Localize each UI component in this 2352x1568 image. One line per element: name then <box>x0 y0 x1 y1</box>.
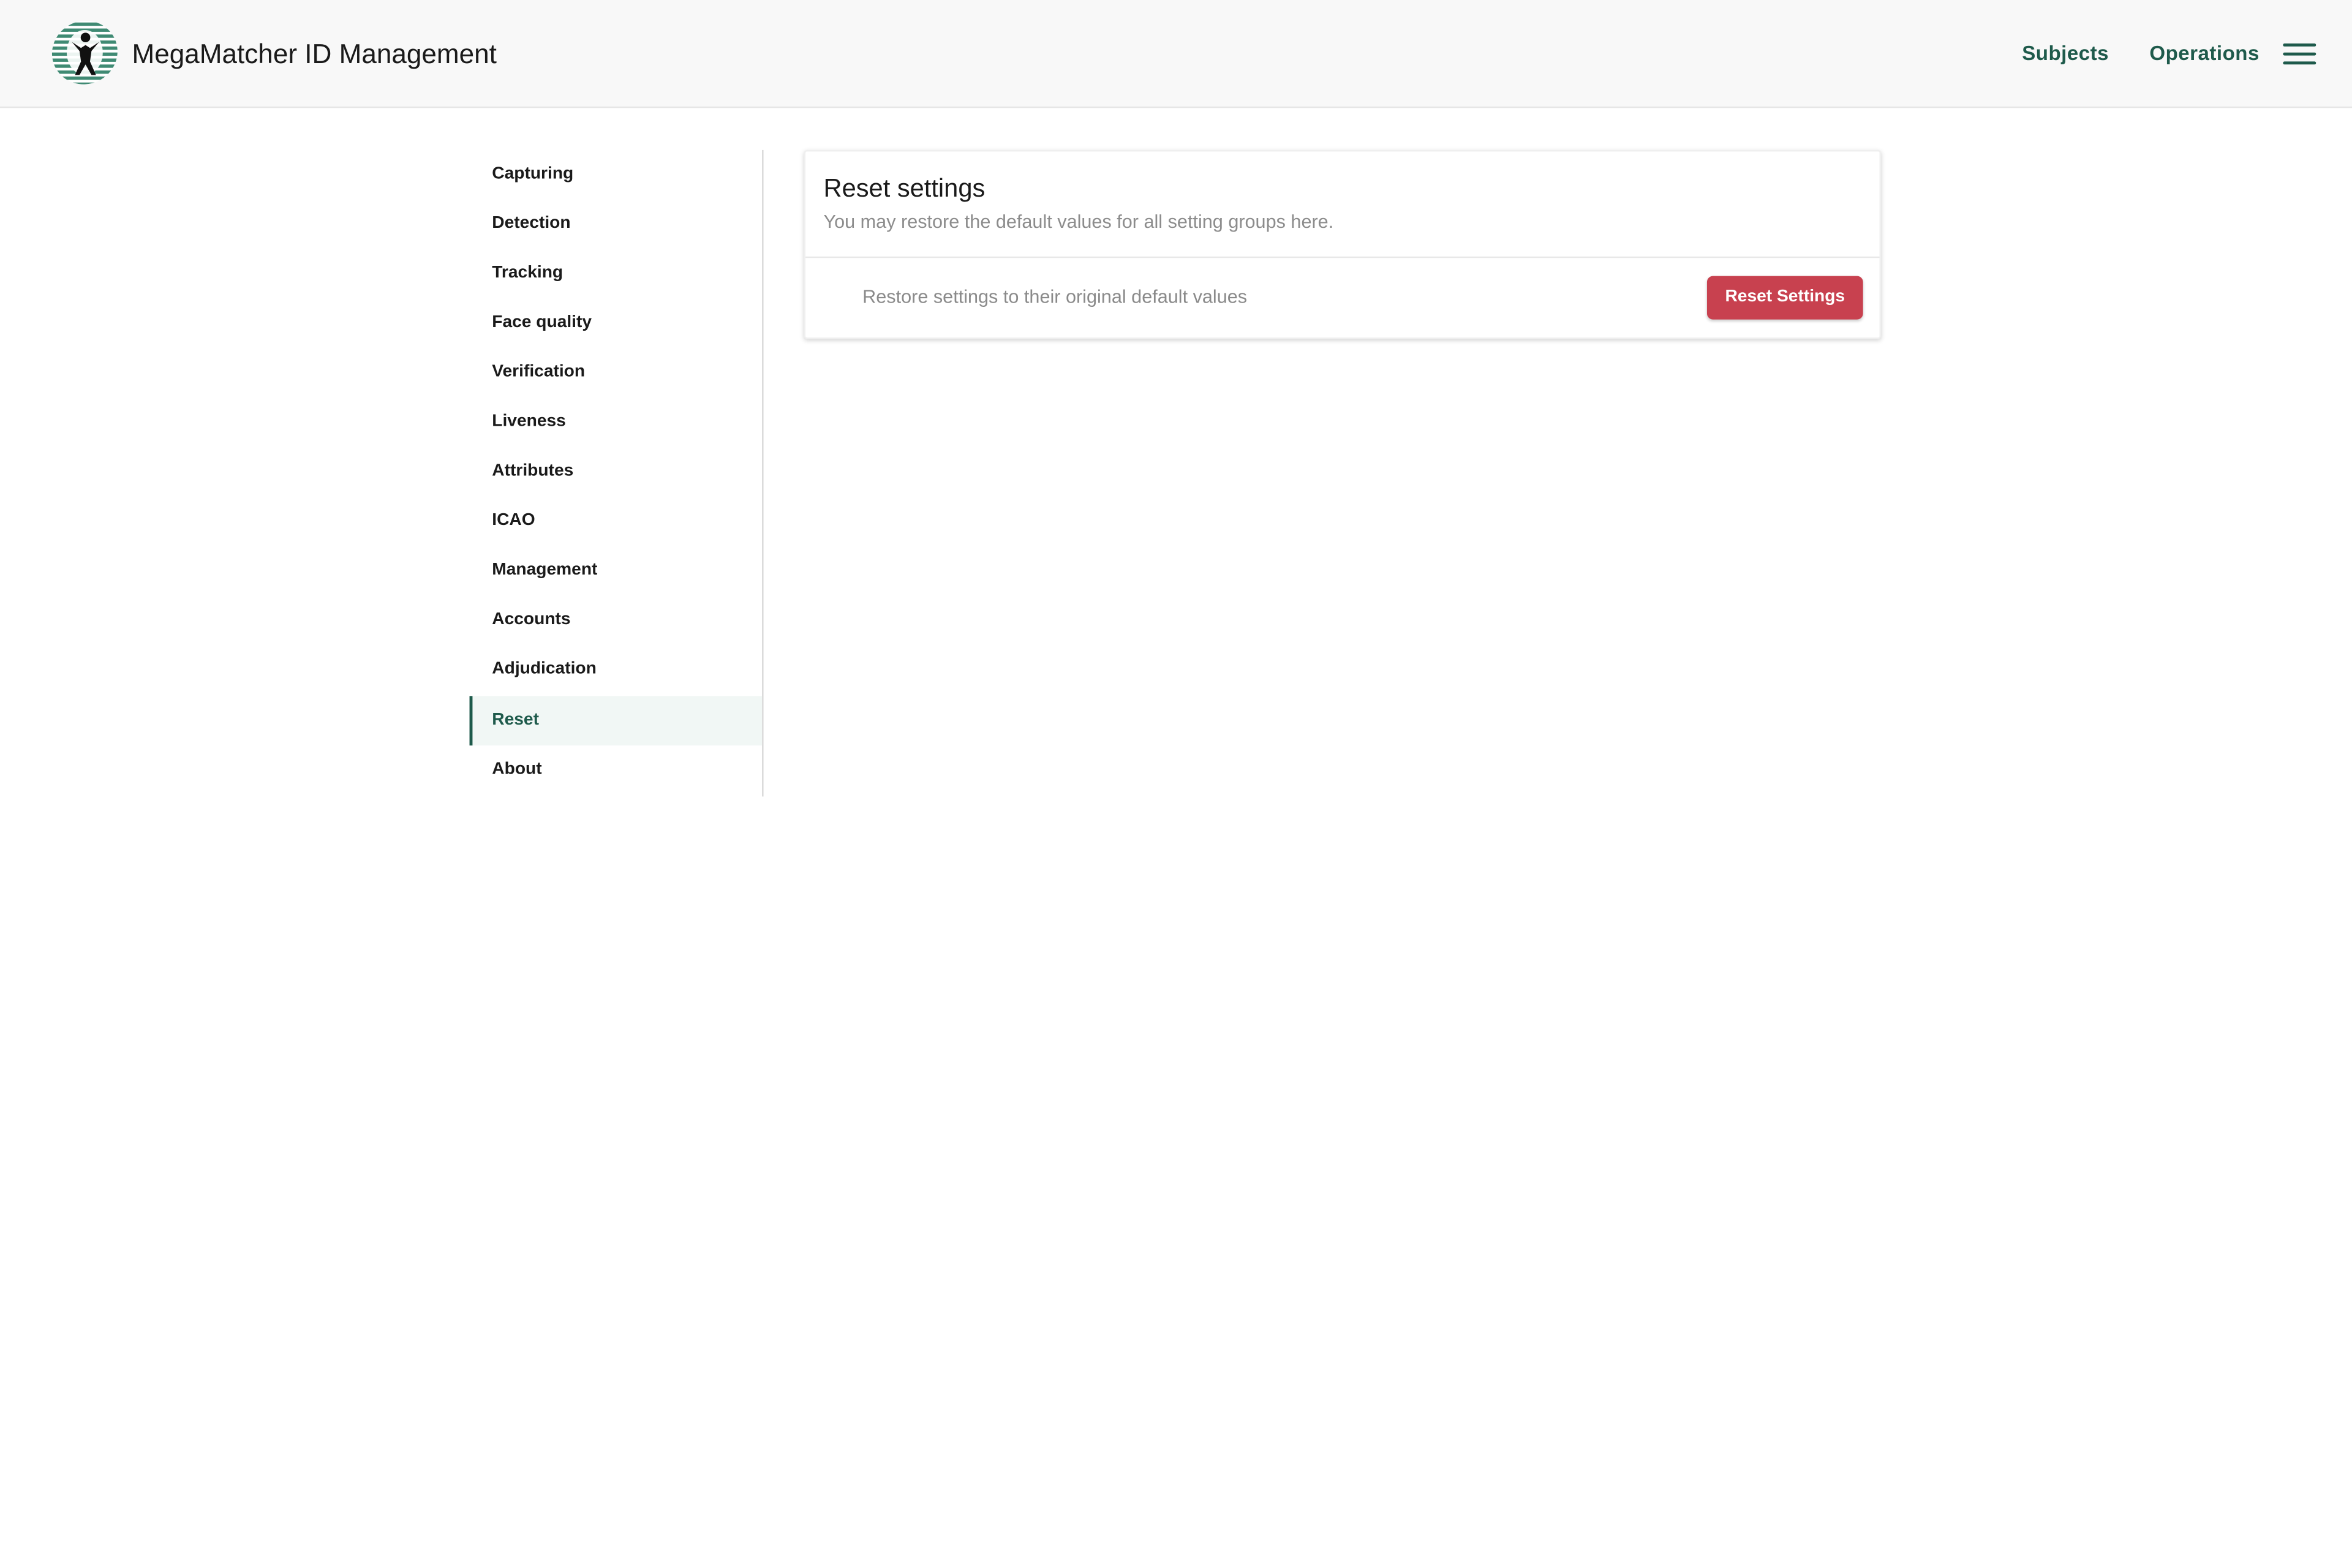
sidebar-item-detection[interactable]: Detection <box>470 200 763 249</box>
sidebar-item-accounts[interactable]: Accounts <box>470 595 763 645</box>
sidebar-item-icao[interactable]: ICAO <box>470 497 763 546</box>
sidebar-item-tracking[interactable]: Tracking <box>470 249 763 299</box>
biometric-person-oval-logo[interactable] <box>49 19 120 86</box>
sidebar-item-about[interactable]: About <box>470 745 763 795</box>
sidebar-item-verification[interactable]: Verification <box>470 348 763 398</box>
reset-row-description: Restore settings to their original defau… <box>862 286 1248 308</box>
reset-settings-card: Reset settings You may restore the defau… <box>804 149 1882 339</box>
top-app-bar: MegaMatcher ID Management Subjects Opera… <box>0 0 2352 108</box>
card-title: Reset settings <box>823 174 986 203</box>
sidebar-item-face-quality[interactable]: Face quality <box>470 298 763 348</box>
sidebar-item-capturing[interactable]: Capturing <box>470 150 763 200</box>
hamburger-menu-icon[interactable] <box>2283 40 2319 67</box>
menu-bar <box>2283 52 2316 56</box>
menu-bar <box>2283 61 2316 66</box>
sidebar-item-attributes[interactable]: Attributes <box>470 447 763 497</box>
menu-bar <box>2283 43 2316 47</box>
sidebar-item-management[interactable]: Management <box>470 546 763 595</box>
app-root: MegaMatcher ID Management Subjects Opera… <box>0 0 2352 1568</box>
nav-link-subjects[interactable]: Subjects <box>2022 39 2109 69</box>
nav-link-operations[interactable]: Operations <box>2149 39 2259 69</box>
sidebar-item-adjudication[interactable]: Adjudication <box>470 645 763 695</box>
settings-sidebar: Capturing Detection Tracking Face qualit… <box>469 149 764 797</box>
card-subtitle: You may restore the default values for a… <box>823 211 1334 233</box>
card-divider <box>805 256 1880 258</box>
app-title: MegaMatcher ID Management <box>132 39 497 69</box>
reset-settings-button[interactable]: Reset Settings <box>1706 276 1863 320</box>
sidebar-item-reset[interactable]: Reset <box>469 696 763 746</box>
sidebar-item-liveness[interactable]: Liveness <box>470 398 763 447</box>
